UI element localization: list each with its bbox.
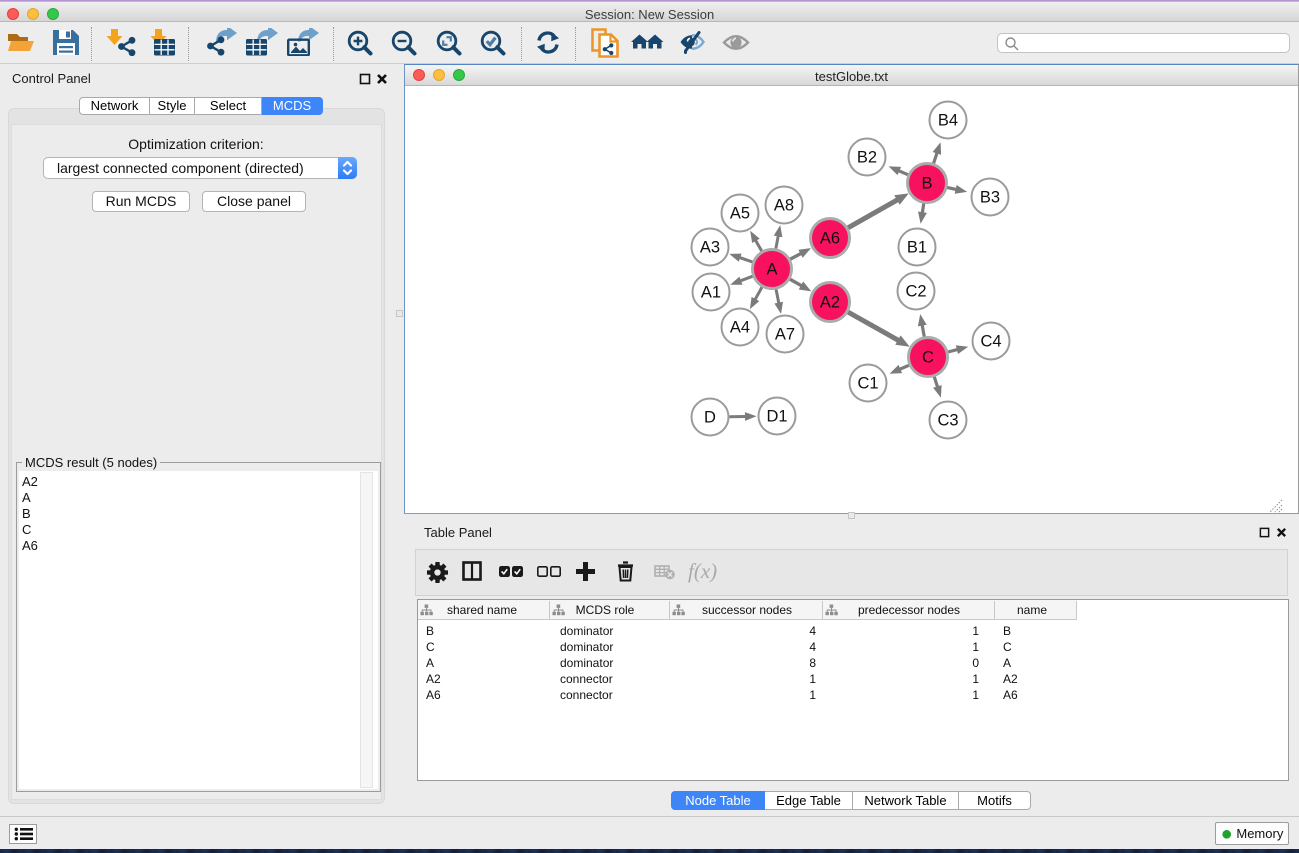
- svg-text:f(x): f(x): [688, 561, 717, 583]
- svg-text:B3: B3: [980, 189, 1000, 207]
- svg-text:B2: B2: [857, 149, 877, 167]
- svg-text:A5: A5: [730, 205, 750, 223]
- svg-text:A8: A8: [774, 197, 794, 215]
- svg-text:A4: A4: [730, 319, 750, 337]
- svg-text:D1: D1: [766, 408, 787, 426]
- svg-text:A7: A7: [775, 326, 795, 344]
- svg-text:A: A: [766, 261, 777, 279]
- svg-text:C2: C2: [905, 283, 926, 301]
- svg-text:A6: A6: [820, 230, 840, 248]
- svg-text:A1: A1: [701, 284, 721, 302]
- svg-text:C: C: [922, 349, 934, 367]
- svg-text:C3: C3: [937, 412, 958, 430]
- svg-text:A3: A3: [700, 239, 720, 257]
- svg-text:A2: A2: [820, 294, 840, 312]
- svg-text:B1: B1: [907, 239, 927, 257]
- svg-text:B: B: [921, 175, 932, 193]
- svg-text:C4: C4: [980, 333, 1001, 351]
- svg-text:C1: C1: [857, 375, 878, 393]
- svg-text:D: D: [704, 409, 716, 427]
- svg-text:B4: B4: [938, 112, 958, 130]
